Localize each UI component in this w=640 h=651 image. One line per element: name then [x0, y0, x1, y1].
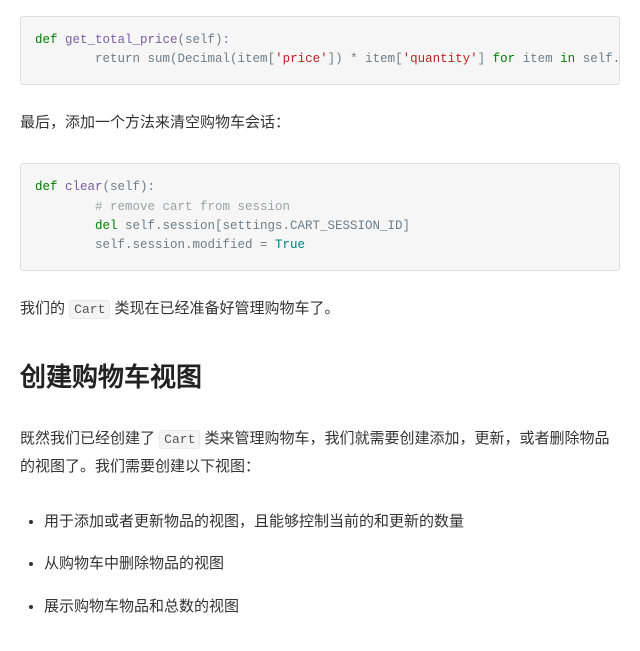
expr-close: ] — [478, 52, 493, 66]
views-list: 用于添加或者更新物品的视图，且能够控制当前的和更新的数量 从购物车中删除物品的视… — [20, 508, 620, 622]
params: (self): — [178, 33, 231, 47]
list-item: 展示购物车物品和总数的视图 — [44, 593, 620, 622]
comment: # remove cart from session — [35, 200, 290, 214]
string-quantity: 'quantity' — [403, 52, 478, 66]
literal-true: True — [275, 238, 305, 252]
paragraph-cart-ready: 我们的 Cart 类现在已经准备好管理购物车了。 — [20, 295, 620, 324]
list-item: 用于添加或者更新物品的视图，且能够控制当前的和更新的数量 — [44, 508, 620, 537]
code-block-get-total-price: def get_total_price(self): return sum(De… — [20, 16, 620, 85]
text-before: 既然我们已经创建了 — [20, 430, 159, 447]
string-price: 'price' — [275, 52, 328, 66]
inline-code-cart: Cart — [159, 430, 200, 449]
keyword-for: for — [493, 52, 516, 66]
inline-code-cart: Cart — [69, 300, 110, 319]
keyword-in: in — [560, 52, 575, 66]
func-name: clear — [65, 180, 103, 194]
del-arg: self.session[settings.CART_SESSION_ID] — [125, 219, 410, 233]
section-heading: 创建购物车视图 — [20, 353, 620, 402]
list-item: 从购物车中删除物品的视图 — [44, 550, 620, 579]
keyword-del: del — [35, 219, 125, 233]
item: item — [515, 52, 560, 66]
func-name: get_total_price — [65, 33, 178, 47]
text-before: 我们的 — [20, 300, 69, 317]
return: return — [35, 52, 148, 66]
text-after: 类现在已经准备好管理购物车了。 — [110, 300, 339, 317]
keyword: def — [35, 33, 65, 47]
code-block-clear: def clear(self): # remove cart from sess… — [20, 163, 620, 271]
keyword: def — [35, 180, 65, 194]
paragraph-views-intro: 既然我们已经创建了 Cart 类来管理购物车，我们就需要创建添加，更新，或者删除… — [20, 425, 620, 482]
modified: self.session.modified = — [35, 238, 275, 252]
sum: sum — [148, 52, 171, 66]
paragraph-intro-clear: 最后，添加一个方法来清空购物车会话： — [20, 109, 620, 138]
expr-end: self.cart.values()) — [575, 52, 620, 66]
params: (self): — [103, 180, 156, 194]
expr-mid: ]) * item[ — [328, 52, 403, 66]
expr-open: (Decimal(item[ — [170, 52, 275, 66]
